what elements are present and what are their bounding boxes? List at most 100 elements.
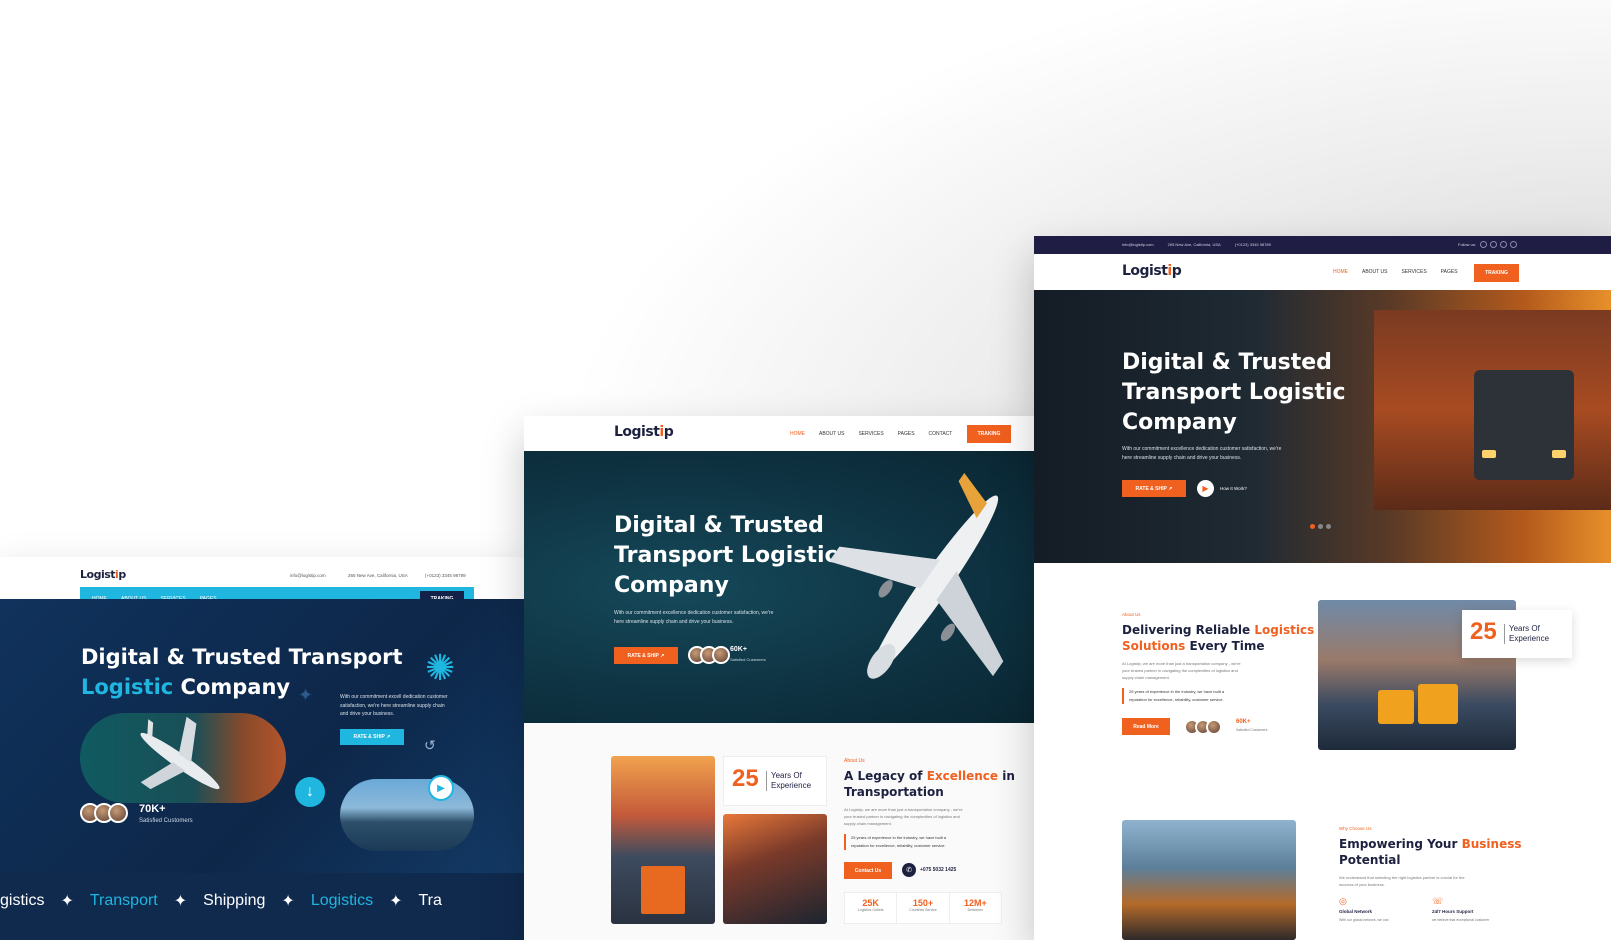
customer-avatars <box>1184 719 1222 735</box>
feature-title: Global Network <box>1339 909 1373 914</box>
marquee-item: Transport <box>89 892 158 909</box>
stat-item: 12M+ Deliveries <box>963 898 987 912</box>
hero-title: Digital & Trusted Transport Logistic Compa… <box>614 513 838 598</box>
nav-services[interactable]: SERVICES <box>858 431 883 437</box>
hero-description: With our commitment excellence dedicatio… <box>614 610 774 625</box>
truck-icon <box>1418 684 1458 724</box>
years-label: Years Of Experience <box>766 771 811 791</box>
section-paragraph: At Logistip, we are more than just a tra… <box>844 807 963 826</box>
section-kicker: About Us <box>1122 612 1141 617</box>
facebook-icon[interactable] <box>1480 241 1487 248</box>
instagram-icon[interactable] <box>1510 241 1517 248</box>
customer-label: Satisfied Customers <box>139 818 193 824</box>
years-label: Years Of Experience <box>1504 624 1549 644</box>
hero: Digital & Trusted Transport Logistic Compa… <box>1034 290 1611 563</box>
top-email[interactable]: info@logistip.com <box>1122 242 1154 247</box>
customer-label: Satisfied Customers <box>730 657 766 662</box>
marquee-item: Shipping <box>203 892 266 909</box>
star-icon: ✦ <box>281 893 295 910</box>
support-icon: ☏ <box>1432 896 1444 906</box>
cargo-plane-image <box>1122 820 1296 940</box>
nav-menu: HOME ABOUT US SERVICES PAGES <box>1319 269 1458 275</box>
contact-button[interactable]: Contact Us <box>844 862 892 879</box>
slider-dot[interactable] <box>1310 524 1315 529</box>
how-it-works-link[interactable]: How It Work? <box>1220 486 1247 491</box>
marquee-item: Logistics <box>310 892 374 909</box>
nav-pages[interactable]: PAGES <box>1441 269 1458 275</box>
contact-email[interactable]: info@logistip.com <box>290 573 326 578</box>
truck-night-image <box>723 814 827 924</box>
play-button[interactable]: ▶ <box>428 775 454 801</box>
hero-description: With our commitment excellence dedicatio… <box>1122 446 1282 461</box>
section-title: Empowering Your Business Potential <box>1339 837 1522 867</box>
tracking-button[interactable]: TRAKING <box>1474 264 1519 282</box>
sparkle-icon: ✺ <box>425 647 456 688</box>
feature-title: 24/7 Hours Support <box>1432 909 1474 914</box>
stats-row: 25K Logistics Outlets 150+ Countries Servi… <box>844 892 1002 924</box>
top-address: 265 New Ave, California, USA <box>1167 242 1221 247</box>
customer-avatars <box>80 803 128 823</box>
feature-text: we believe that exceptional customer <box>1432 918 1490 922</box>
airplane-icon <box>140 716 220 790</box>
logo[interactable]: Logistip <box>80 568 126 581</box>
rate-ship-button[interactable]: RATE & SHIP ↗ <box>340 729 404 745</box>
rate-ship-button[interactable]: RATE & SHIP ↗ <box>614 647 678 664</box>
top-phone[interactable]: (+0123) 3345 98789 <box>1235 242 1271 247</box>
nav-menu: HOME ABOUT US SERVICES PAGES CONTACT <box>776 431 952 437</box>
section-title: Delivering Reliable Logistics Solutions … <box>1122 623 1315 653</box>
linkedin-icon[interactable] <box>1500 241 1507 248</box>
truck-image <box>1374 310 1611 510</box>
experience-card: 25 Years Of Experience <box>723 756 827 806</box>
rate-ship-button[interactable]: RATE & SHIP ↗ <box>1122 480 1186 497</box>
truck-icon <box>1378 690 1414 724</box>
nav-home[interactable]: HOME <box>790 431 805 437</box>
star-icon: ✦ <box>389 893 403 910</box>
template-preview-dark: info@logistip.com 265 New Ave, Californi… <box>1034 236 1611 940</box>
nav-about[interactable]: ABOUT US <box>819 431 844 437</box>
follow-label: Follow us: <box>1458 242 1477 247</box>
twitter-icon[interactable] <box>1490 241 1497 248</box>
contact-phone[interactable]: (+0123) 3345 98789 <box>425 573 466 578</box>
star-icon: ✦ <box>298 685 314 705</box>
hero: Digital & Trusted Transport Logistic Compa… <box>524 451 1034 723</box>
slider-dot[interactable] <box>1318 524 1323 529</box>
marquee-item: Tra <box>418 892 442 909</box>
section-quote: 25 years of experience in the industry, … <box>1122 688 1224 704</box>
logo[interactable]: Logistip <box>614 424 674 440</box>
header: Logistip HOME ABOUT US SERVICES PAGES CO… <box>524 416 1034 451</box>
customer-avatars <box>688 646 730 664</box>
truck-icon <box>641 866 685 914</box>
stat-item: 25K Logistics Outlets <box>845 893 898 923</box>
nav-services[interactable]: SERVICES <box>1401 269 1426 275</box>
play-button[interactable]: ▶ <box>1197 480 1214 497</box>
nav-pages[interactable]: PAGES <box>898 431 915 437</box>
avatar <box>712 646 730 664</box>
star-icon: ✦ <box>173 893 188 910</box>
slider-dot[interactable] <box>1326 524 1331 529</box>
customer-label: Satisfied Customers <box>1236 728 1268 732</box>
section-paragraph: We understand that selecting the right l… <box>1339 875 1465 887</box>
nav-about[interactable]: ABOUT US <box>1362 269 1387 275</box>
section-title: A Legacy of Excellence in Transportation <box>844 769 1015 799</box>
phone-number[interactable]: +075 5032 1425 <box>920 867 956 873</box>
loop-arrow-icon: ↺ <box>424 737 436 753</box>
marquee-item: gistics <box>0 892 45 909</box>
nav-home[interactable]: HOME <box>1333 269 1348 275</box>
tracking-button[interactable]: TRAKING <box>967 425 1011 443</box>
customer-count: 60K+ <box>1236 719 1251 725</box>
headlight <box>1482 450 1496 458</box>
feature-text: With our global network, we can <box>1339 918 1389 922</box>
section-kicker: About Us <box>844 758 865 764</box>
header: Logistip HOME ABOUT US SERVICES PAGES TR… <box>1034 254 1611 290</box>
avatar <box>108 803 128 823</box>
slider-dots <box>1310 524 1331 529</box>
stat-item: 150+ Countries Service <box>897 893 950 923</box>
nav-contact[interactable]: CONTACT <box>929 431 953 437</box>
headlight <box>1552 450 1566 458</box>
contact-address: 265 New Ave, California, USA <box>348 573 408 578</box>
avatar <box>1206 719 1222 735</box>
logo[interactable]: Logistip <box>1122 263 1182 279</box>
scroll-down-button[interactable]: ↓ <box>295 777 325 807</box>
read-more-button[interactable]: Read More <box>1122 718 1170 735</box>
section-kicker: Why Choose Us <box>1339 826 1372 831</box>
